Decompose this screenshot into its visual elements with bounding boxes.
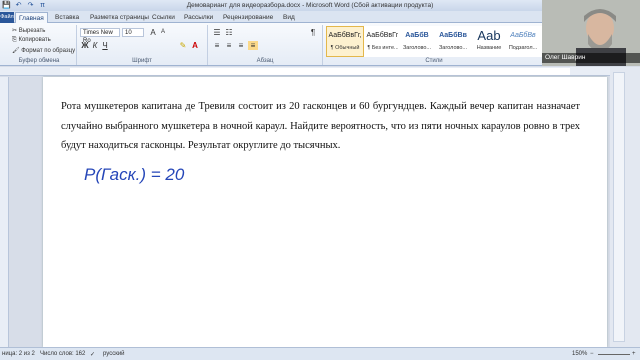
status-bar: ница: 2 из 2 Число слов: 162 ✓ русский 1… <box>0 347 640 360</box>
page-count[interactable]: ница: 2 из 2 <box>2 351 35 357</box>
grow-font-icon[interactable]: A <box>148 28 158 37</box>
style-name: Название <box>476 45 502 51</box>
italic-button[interactable]: К <box>90 41 100 50</box>
font-name-combo[interactable]: Times New Ro <box>80 28 120 44</box>
save-icon[interactable]: 💾 <box>2 1 11 10</box>
style-sample: АаБбВв <box>439 32 467 39</box>
bold-button[interactable]: Ж <box>80 41 90 50</box>
divider <box>322 25 323 65</box>
word-count[interactable]: Число слов: 162 <box>40 351 85 357</box>
align-center-icon[interactable]: ≡ <box>224 41 234 50</box>
tab-mailings[interactable]: Рассылки <box>181 12 216 23</box>
vertical-scrollbar[interactable] <box>613 72 625 342</box>
tab-home[interactable]: Главная <box>15 12 48 23</box>
zoom-in-icon[interactable]: + <box>632 351 636 357</box>
style-heading-2[interactable]: АаБбВв Заголово... <box>434 26 472 57</box>
numbering-icon[interactable]: ☷ <box>224 28 234 37</box>
style-heading-1[interactable]: АаБбВ Заголово... <box>398 26 436 57</box>
tab-view[interactable]: Вид <box>280 12 298 23</box>
divider <box>76 25 77 65</box>
vertical-ruler[interactable] <box>0 77 9 347</box>
bullets-icon[interactable]: ☰ <box>212 28 222 37</box>
redo-icon[interactable]: ↷ <box>26 1 35 10</box>
justify-icon[interactable]: ≡ <box>248 41 258 50</box>
copy-label: Копировать <box>18 37 51 43</box>
highlight-icon[interactable]: ✎ <box>178 41 188 50</box>
tab-file[interactable]: Файл <box>0 12 14 23</box>
zoom-slider[interactable] <box>598 354 630 355</box>
presenter-name: Олег Шаврин <box>542 53 640 63</box>
ruler-text-area <box>70 68 570 75</box>
cut-label: Вырезать <box>18 28 46 34</box>
brush-icon: 🖌 <box>12 48 22 54</box>
handwritten-formula: P(Гаск.) = 20 <box>84 165 185 184</box>
format-painter-button[interactable]: 🖌 Формат по образцу <box>12 47 75 54</box>
underline-button[interactable]: Ч <box>100 41 110 50</box>
style-subtitle[interactable]: АаБбВв Подзагол... <box>504 26 542 57</box>
tab-insert[interactable]: Вставка <box>52 12 82 23</box>
style-name: ¶ Без инте... <box>367 45 399 51</box>
style-name: Заголово... <box>438 45 468 51</box>
style-title[interactable]: Аа​b Название <box>470 26 508 57</box>
scissors-icon: ✂ <box>12 28 19 34</box>
styles-group-label: Стили <box>425 58 443 64</box>
pilcrow-icon[interactable]: ¶ <box>308 28 318 37</box>
tab-page-layout[interactable]: Разметка страницы <box>87 12 152 23</box>
format-painter-label: Формат по образцу <box>21 48 76 54</box>
style-normal[interactable]: АаБбВвГг, ¶ Обычный <box>326 26 364 57</box>
paragraph-group-label: Абзац <box>256 58 274 64</box>
tab-review[interactable]: Рецензирование <box>220 12 276 23</box>
style-sample: АаБбВвГг, <box>366 32 400 39</box>
shrink-font-icon[interactable]: A <box>158 28 168 37</box>
style-sample: АаБбВ <box>405 32 429 39</box>
divider <box>207 25 208 65</box>
align-right-icon[interactable]: ≡ <box>236 41 246 50</box>
handwriting-text: P(Гаск.) = 20 <box>84 165 185 184</box>
quick-access-toolbar: 💾 ↶ ↷ π <box>2 1 47 10</box>
language[interactable]: русский <box>103 351 125 357</box>
cut-button[interactable]: ✂ Вырезать <box>12 27 45 34</box>
align-left-icon[interactable]: ≡ <box>212 41 222 50</box>
style-name: ¶ Обычный <box>330 45 360 51</box>
style-name: Подзагол... <box>508 45 538 51</box>
undo-icon[interactable]: ↶ <box>14 1 23 10</box>
style-sample: АаБбВвГг, <box>328 32 362 39</box>
copy-button[interactable]: ⎘ Копировать <box>12 37 51 44</box>
font-size-combo[interactable]: 10 <box>122 28 144 37</box>
tab-references[interactable]: Ссылки <box>149 12 178 23</box>
clipboard-group-label: Буфер обмена <box>18 58 60 64</box>
style-no-spacing[interactable]: АаБбВвГг, ¶ Без инте... <box>364 26 402 57</box>
style-sample: Аа​b <box>477 28 501 43</box>
window-title: Демовариант для видеоразбора.docx - Micr… <box>186 2 434 9</box>
zoom-out-icon[interactable]: − <box>590 351 594 357</box>
zoom-level[interactable]: 150% <box>572 351 587 357</box>
style-name: Заголово... <box>402 45 432 51</box>
style-sample: АаБбВв <box>510 32 536 39</box>
document-paragraph[interactable]: Рота мушкетеров капитана де Тревиля сост… <box>61 97 580 156</box>
font-group-label: Шрифт <box>132 58 152 64</box>
font-color-icon[interactable]: A <box>190 41 200 50</box>
equation-icon[interactable]: π <box>38 1 47 10</box>
spellcheck-icon[interactable]: ✓ <box>90 351 95 358</box>
